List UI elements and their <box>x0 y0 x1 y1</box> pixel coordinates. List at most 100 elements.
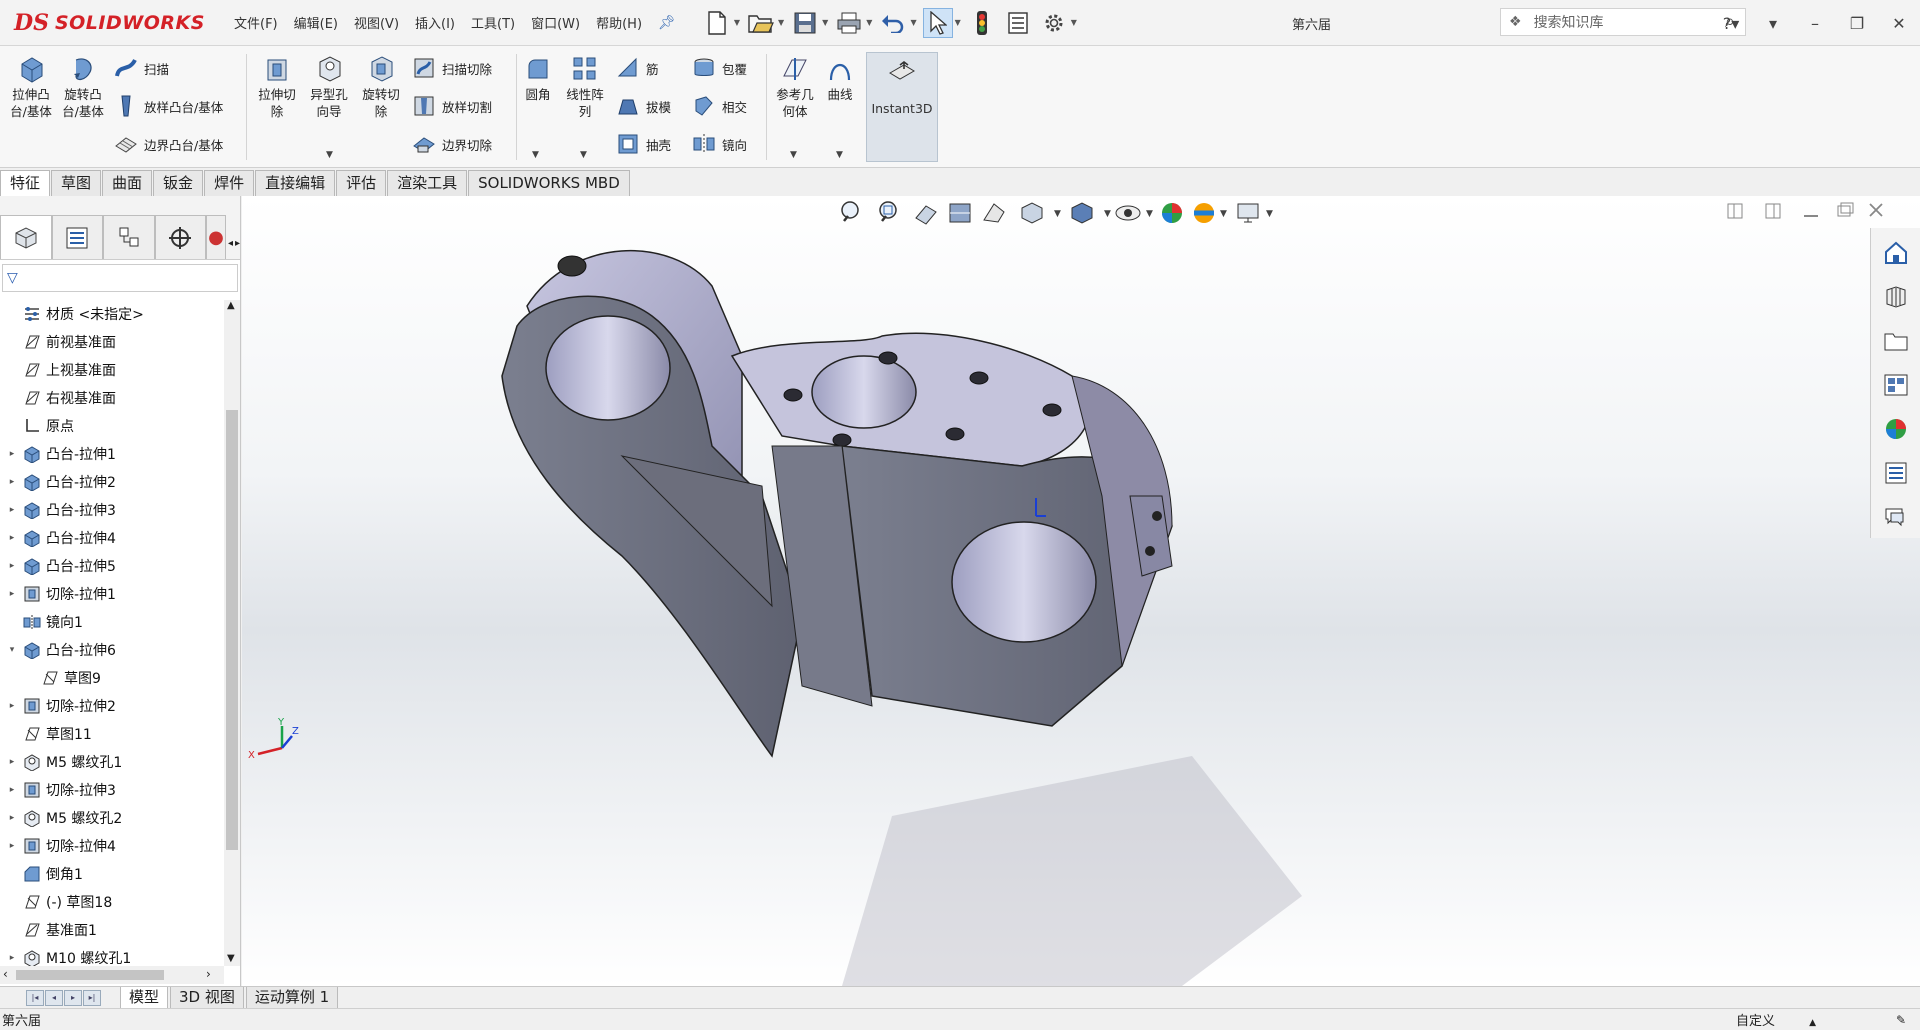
revolve-boss-button[interactable]: 旋转凸台/基体 <box>60 54 106 120</box>
tab-render-tools[interactable]: 渲染工具 <box>387 170 468 196</box>
new-document-button[interactable] <box>702 8 732 38</box>
file-explorer-button[interactable] <box>1877 322 1915 360</box>
feature-tree-item[interactable]: ▸ 凸台-拉伸3 <box>0 496 224 524</box>
chevron-down-icon[interactable]: ▼ <box>1071 18 1077 27</box>
expand-toggle-icon[interactable]: ▸ <box>6 477 18 487</box>
feature-tree-item[interactable]: 右视基准面 <box>0 384 224 412</box>
appearances-button[interactable] <box>1877 410 1915 448</box>
save-button[interactable] <box>790 8 820 38</box>
tab-features[interactable]: 特征 <box>0 170 51 196</box>
feature-tree-item[interactable]: 材质 <未指定> <box>0 300 224 328</box>
chevron-down-icon[interactable]: ▼ <box>955 18 961 27</box>
part-model[interactable] <box>242 196 1642 986</box>
feature-manager-tab[interactable] <box>0 215 52 259</box>
select-button[interactable] <box>922 7 953 38</box>
chevron-right-icon[interactable]: ▸ <box>235 238 240 249</box>
menu-edit[interactable]: 编辑(E) <box>286 13 346 32</box>
feature-tree-item[interactable]: ▸ M5 螺纹孔2 <box>0 804 224 832</box>
custom-properties-button[interactable] <box>1877 454 1915 492</box>
quick-tips-icon[interactable]: ✎ <box>1896 1013 1906 1027</box>
close-icon[interactable]: ✕ <box>1878 14 1920 33</box>
filter-icon[interactable]: ▽ <box>7 270 18 286</box>
property-manager-tab[interactable] <box>51 215 104 259</box>
tab-evaluate[interactable]: 评估 <box>336 170 387 196</box>
expand-toggle-icon[interactable]: ▸ <box>6 785 18 795</box>
minimize-icon[interactable]: – <box>1794 14 1836 33</box>
options-button[interactable] <box>1039 8 1069 38</box>
feature-tree-item[interactable]: ▸ 切除-拉伸4 <box>0 832 224 860</box>
search-input[interactable]: 搜索知识库 <box>1534 12 1604 32</box>
expand-toggle-icon[interactable]: ▸ <box>6 533 18 543</box>
revolve-cut-button[interactable]: 旋转切除 <box>358 54 404 120</box>
instant3d-button[interactable]: Instant3D <box>866 52 938 162</box>
expand-toggle-icon[interactable]: ▸ <box>6 841 18 851</box>
extrude-cut-button[interactable]: 拉伸切除 <box>254 54 300 120</box>
print-button[interactable] <box>834 8 864 38</box>
expand-toggle-icon[interactable]: ▸ <box>6 757 18 767</box>
sweep-button[interactable]: 扫描 <box>114 56 169 80</box>
expand-toggle-icon[interactable]: ▸ <box>6 953 18 963</box>
feature-tree-item[interactable]: ▸ 凸台-拉伸1 <box>0 440 224 468</box>
feature-tree-item[interactable]: ▸ 切除-拉伸1 <box>0 580 224 608</box>
tree-horizontal-scrollbar[interactable]: ‹ › <box>0 966 224 984</box>
chevron-down-icon[interactable]: ▼ <box>326 150 333 160</box>
tab-surfaces[interactable]: 曲面 <box>102 170 153 196</box>
chevron-down-icon[interactable]: ▼ <box>836 150 843 160</box>
feature-tree-item[interactable]: 原点 <box>0 412 224 440</box>
wrap-button[interactable]: 包覆 <box>692 56 747 80</box>
loft-boss-button[interactable]: 放样凸台/基体 <box>114 94 223 118</box>
tab-direct-editing[interactable]: 直接编辑 <box>255 170 336 196</box>
configuration-manager-tab[interactable] <box>103 215 155 259</box>
feature-tree-item[interactable]: ▸ 凸台-拉伸2 <box>0 468 224 496</box>
intersect-button[interactable]: 相交 <box>692 94 747 118</box>
chevron-down-icon[interactable]: ▼ <box>866 18 872 27</box>
scroll-thumb[interactable] <box>226 410 238 850</box>
restore-icon[interactable]: ❐ <box>1836 14 1878 33</box>
file-properties-button[interactable] <box>1003 8 1033 38</box>
menu-window[interactable]: 窗口(W) <box>523 13 588 32</box>
menu-tools[interactable]: 工具(T) <box>463 13 523 32</box>
feature-tree-item[interactable]: (-) 草图18 <box>0 888 224 916</box>
expand-toggle-icon[interactable]: ▸ <box>6 449 18 459</box>
expand-toggle-icon[interactable]: ▸ <box>6 505 18 515</box>
feature-tree-item[interactable]: ▾ 凸台-拉伸6 <box>0 636 224 664</box>
rebuild-button[interactable] <box>967 8 997 38</box>
chevron-left-icon[interactable]: ‹ <box>3 967 8 981</box>
feature-tree-item[interactable]: ▸ 凸台-拉伸4 <box>0 524 224 552</box>
chevron-down-icon[interactable]: ▼ <box>532 150 539 160</box>
tree-filter[interactable]: ▽ <box>2 264 238 292</box>
tab-3d-views[interactable]: 3D 视图 <box>170 986 244 1009</box>
menu-insert[interactable]: 插入(I) <box>407 13 463 32</box>
expand-toggle-icon[interactable]: ▸ <box>6 813 18 823</box>
expand-toggle-icon[interactable]: ▸ <box>6 589 18 599</box>
chevron-down-icon[interactable]: ▼ <box>734 18 740 27</box>
chevron-down-icon[interactable]: ▼ <box>910 18 916 27</box>
expand-toggle-icon[interactable]: ▸ <box>6 701 18 711</box>
scroll-thumb[interactable] <box>16 970 164 980</box>
search-scope-icon[interactable]: ❖ <box>1509 14 1522 30</box>
feature-tree-item[interactable]: ▸ 切除-拉伸2 <box>0 692 224 720</box>
menu-view[interactable]: 视图(V) <box>346 13 407 32</box>
expand-toggle-icon[interactable]: ▾ <box>6 645 18 655</box>
tab-motion-study[interactable]: 运动算例 1 <box>245 986 339 1009</box>
open-button[interactable] <box>746 8 776 38</box>
dimxpert-manager-tab[interactable] <box>154 215 207 259</box>
chevron-down-icon[interactable]: ▼ <box>778 18 784 27</box>
shell-button[interactable]: 抽壳 <box>616 132 671 156</box>
first-tab-icon[interactable]: |◂ <box>26 989 44 1006</box>
boundary-cut-button[interactable]: 边界切除 <box>412 132 492 156</box>
reference-geometry-button[interactable]: 参考几何体 <box>772 54 818 120</box>
feature-tree-item[interactable]: 倒角1 <box>0 860 224 888</box>
tab-solidworks-mbd[interactable]: SOLIDWORKS MBD <box>468 170 630 196</box>
feature-tree-item[interactable]: ▸ 凸台-拉伸5 <box>0 552 224 580</box>
previous-tab-icon[interactable]: ◂ <box>45 989 63 1006</box>
rib-button[interactable]: 筋 <box>616 56 659 80</box>
extrude-boss-button[interactable]: 拉伸凸台/基体 <box>8 54 54 120</box>
design-library-button[interactable] <box>1877 278 1915 316</box>
view-palette-button[interactable] <box>1877 366 1915 404</box>
expand-toggle-icon[interactable]: ▸ <box>6 561 18 571</box>
feature-tree-item[interactable]: 基准面1 <box>0 916 224 944</box>
next-tab-icon[interactable]: ▸ <box>64 989 82 1006</box>
chevron-down-icon[interactable]: ▼ <box>790 150 797 160</box>
draft-button[interactable]: 拔模 <box>616 94 671 118</box>
